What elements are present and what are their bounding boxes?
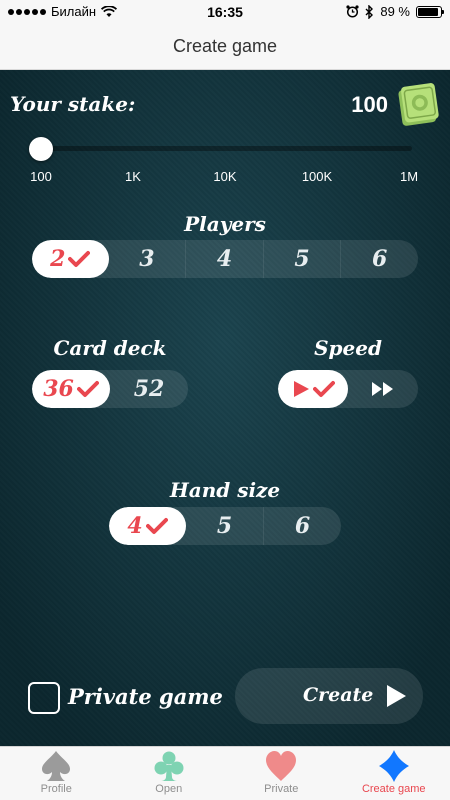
- option-label: 36: [43, 376, 74, 402]
- tab-profile[interactable]: Profile: [0, 747, 113, 800]
- speed-selector: [278, 370, 418, 408]
- tab-label: Private: [264, 783, 299, 795]
- deck-selector: 36 52: [32, 370, 188, 408]
- tab-label: Open: [155, 783, 183, 795]
- hand-selector: 4 5 6: [109, 507, 341, 545]
- deck-option-36[interactable]: 36: [32, 370, 110, 408]
- private-game-label[interactable]: Private game: [68, 684, 223, 709]
- stake-slider-track[interactable]: [40, 146, 412, 151]
- tab-bar: Profile Open Private Create game: [0, 746, 450, 800]
- stake-tick: 100: [30, 169, 52, 184]
- tab-label: Create game: [361, 783, 426, 795]
- fast-forward-icon: [372, 382, 393, 396]
- private-game-checkbox[interactable]: [28, 682, 60, 714]
- option-label: 4: [127, 513, 143, 539]
- battery-percent: 89 %: [380, 4, 410, 19]
- players-option-2[interactable]: 2: [32, 240, 109, 278]
- tab-open[interactable]: Open: [113, 747, 226, 800]
- players-option-5[interactable]: 5: [262, 240, 341, 278]
- battery-icon: [416, 5, 444, 18]
- stake-slider-thumb[interactable]: [29, 137, 53, 161]
- status-bar: Билайн 16:35 89 %: [0, 0, 450, 24]
- hand-option-5[interactable]: 5: [186, 507, 263, 545]
- club-icon: [154, 751, 184, 781]
- hand-option-4[interactable]: 4: [109, 507, 186, 545]
- create-button[interactable]: Create: [235, 668, 423, 724]
- nav-bar: Create game: [0, 24, 450, 70]
- stake-label: Your stake:: [10, 92, 136, 116]
- players-title: Players: [184, 212, 266, 236]
- hand-title: Hand size: [169, 478, 281, 502]
- check-icon: [145, 518, 168, 534]
- play-icon: [293, 381, 309, 397]
- option-label: 2: [50, 246, 66, 272]
- speed-option-normal[interactable]: [278, 370, 348, 408]
- money-icon: [398, 83, 439, 126]
- tab-create-game[interactable]: Create game: [338, 747, 450, 800]
- check-icon: [312, 381, 335, 397]
- tab-private[interactable]: Private: [225, 747, 338, 800]
- stake-tick: 10K: [213, 169, 237, 184]
- heart-icon: [266, 751, 297, 781]
- deck-title: Card deck: [53, 336, 167, 360]
- players-option-3[interactable]: 3: [109, 240, 186, 278]
- battery-level: [418, 7, 438, 16]
- create-game-panel: Your stake: 100 100 1K 10K 100K 1M Playe…: [0, 70, 450, 746]
- bluetooth-icon: [365, 4, 374, 19]
- speed-option-fast[interactable]: [348, 370, 418, 408]
- stake-tick: 1K: [125, 169, 141, 184]
- alarm-icon: [346, 5, 359, 18]
- play-icon: [387, 685, 406, 707]
- stake-tick: 100K: [301, 169, 333, 184]
- stake-value: 100: [351, 92, 388, 117]
- players-selector: 2 3 4 5 6: [32, 240, 418, 278]
- check-icon: [76, 381, 99, 397]
- deck-option-52[interactable]: 52: [110, 370, 188, 408]
- stake-tick: 1M: [399, 169, 419, 184]
- stake-tick-labels: 100 1K 10K 100K 1M: [0, 169, 450, 187]
- players-option-6[interactable]: 6: [340, 240, 418, 278]
- create-button-label: Create: [303, 684, 374, 706]
- speed-title: Speed: [314, 336, 382, 360]
- check-icon: [68, 251, 91, 267]
- players-option-4[interactable]: 4: [185, 240, 263, 278]
- diamond-icon: [378, 750, 409, 782]
- status-right: 89 %: [346, 4, 444, 19]
- hand-option-6[interactable]: 6: [263, 507, 341, 545]
- spade-icon: [42, 751, 71, 781]
- tab-label: Profile: [40, 783, 72, 795]
- page-title: Create game: [172, 36, 278, 56]
